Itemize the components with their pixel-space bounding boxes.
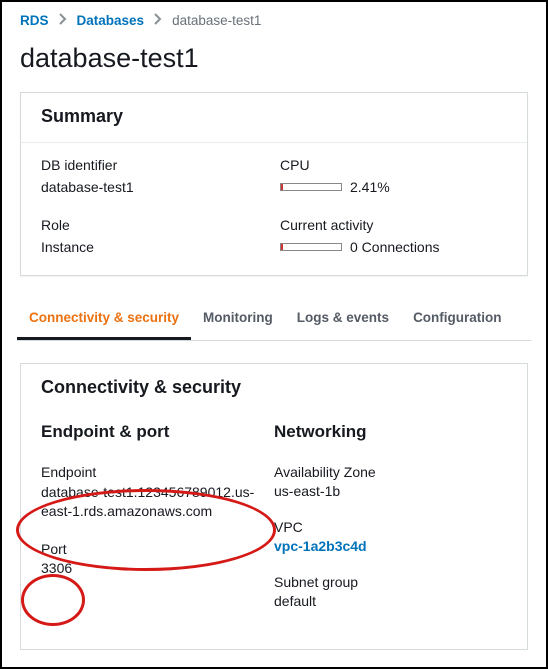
endpoint-value: database-test1.123456789012.us-east-1.rd… [41,483,274,521]
current-activity-value: 0 Connections [350,239,440,255]
chevron-right-icon [154,13,162,28]
breadcrumb-root[interactable]: RDS [20,13,49,28]
subnet-group-value: default [274,593,507,609]
availability-zone-field: Availability Zone us-east-1b [274,464,507,499]
cpu-label: CPU [280,157,507,173]
endpoint-port-heading: Endpoint & port [41,422,274,442]
tabs: Connectivity & security Monitoring Logs … [17,298,531,341]
breadcrumb-parent[interactable]: Databases [77,13,145,28]
db-identifier-field: DB identifier database-test1 [41,157,268,195]
endpoint-label: Endpoint [41,464,274,480]
vpc-link[interactable]: vpc-1a2b3c4d [274,538,507,554]
tab-monitoring[interactable]: Monitoring [191,298,285,340]
tab-logs-events[interactable]: Logs & events [285,298,401,340]
db-identifier-label: DB identifier [41,157,268,173]
connectivity-heading: Connectivity & security [21,364,527,404]
db-identifier-value: database-test1 [41,179,268,195]
role-value: Instance [41,239,268,255]
summary-panel: Summary DB identifier database-test1 CPU… [20,92,528,276]
current-activity-label: Current activity [280,217,507,233]
endpoint-field: Endpoint database-test1.123456789012.us-… [41,464,274,521]
cpu-field: CPU 2.41% [280,157,507,195]
networking-heading: Networking [274,422,507,442]
availability-zone-value: us-east-1b [274,483,507,499]
activity-meter [280,243,342,251]
tab-configuration[interactable]: Configuration [401,298,513,340]
availability-zone-label: Availability Zone [274,464,507,480]
endpoint-port-column: Endpoint & port Endpoint database-test1.… [41,404,274,629]
cpu-value: 2.41% [350,179,390,195]
page-title: database-test1 [2,39,546,92]
role-field: Role Instance [41,217,268,255]
port-value: 3306 [41,560,274,576]
chevron-right-icon [59,13,67,28]
summary-heading: Summary [21,93,527,143]
connectivity-panel: Connectivity & security Endpoint & port … [20,363,528,650]
vpc-label: VPC [274,519,507,535]
port-field: Port 3306 [41,541,274,576]
tab-connectivity-security[interactable]: Connectivity & security [17,298,191,340]
networking-column: Networking Availability Zone us-east-1b … [274,404,507,629]
cpu-meter [280,183,342,191]
port-label: Port [41,541,274,557]
breadcrumb: RDS Databases database-test1 [2,2,546,39]
vpc-field: VPC vpc-1a2b3c4d [274,519,507,554]
role-label: Role [41,217,268,233]
subnet-group-field: Subnet group default [274,574,507,609]
current-activity-field: Current activity 0 Connections [280,217,507,255]
breadcrumb-current: database-test1 [172,13,261,28]
subnet-group-label: Subnet group [274,574,507,590]
